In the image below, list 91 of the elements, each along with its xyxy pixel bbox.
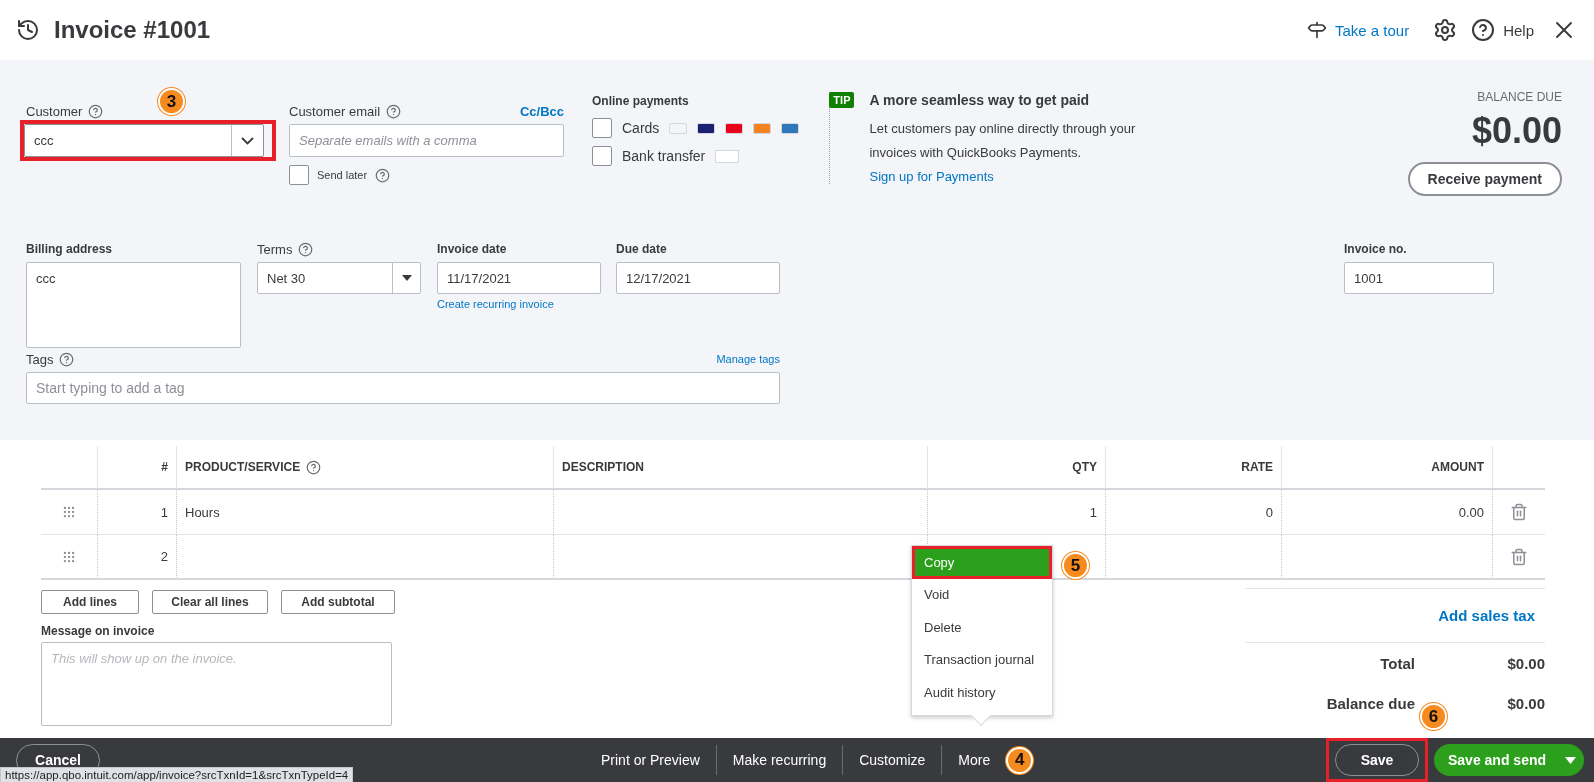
checkbox[interactable] — [592, 118, 612, 138]
status-url-tooltip: https://app.qbo.intuit.com/app/invoice?srcTxnId=1&srcTxnTypeId=4 — [0, 767, 354, 782]
tags-field[interactable]: Start typing to add a tag — [26, 372, 780, 404]
menu-item[interactable]: Transaction journal — [912, 643, 1052, 676]
signpost-icon — [1306, 20, 1327, 40]
checkbox-label: Send later — [317, 169, 368, 181]
total-value: $0.00 — [1506, 654, 1545, 672]
help-icon[interactable] — [386, 103, 402, 119]
column-header: QTY — [1072, 460, 1097, 474]
table-cell: Hours — [176, 490, 553, 535]
total-label: Total — [1379, 654, 1415, 672]
column-header: DESCRIPTION — [562, 460, 644, 474]
payment-logo-icon — [725, 122, 744, 134]
terms-select[interactable]: Net 30 — [257, 262, 421, 294]
settings-icon[interactable] — [1433, 18, 1458, 42]
balance-label: BALANCE DUE — [1477, 90, 1562, 104]
manage-tags-link[interactable]: Manage tags — [716, 353, 780, 365]
chevron-down-icon — [241, 136, 254, 145]
drag-handle-icon[interactable] — [62, 505, 76, 519]
billing-address-field[interactable]: ccc — [26, 262, 241, 348]
trash-icon[interactable] — [1510, 547, 1528, 566]
caret-icon — [401, 275, 412, 281]
invoice-number-field[interactable]: 1001 — [1344, 262, 1494, 294]
help-icon[interactable] — [298, 241, 314, 257]
payment-logo-icon — [669, 122, 688, 134]
column-header: RATE — [1241, 460, 1273, 474]
customer-select[interactable]: ccc — [24, 124, 264, 157]
payment-logo-icon — [697, 122, 716, 134]
line-button[interactable]: Clear all lines — [152, 590, 268, 614]
footer-link[interactable]: Customize — [842, 745, 942, 775]
checkbox[interactable] — [289, 165, 309, 185]
total-label: Balance due — [1325, 694, 1415, 712]
step-badge: 3 — [158, 88, 185, 115]
table-cell: 2 — [97, 535, 176, 580]
tip-title: A more seamless way to get paid — [869, 92, 1091, 108]
checkbox[interactable] — [592, 146, 612, 166]
cc-bcc-link[interactable]: Cc/Bcc — [519, 103, 564, 119]
checkbox-label: Bank transfer — [622, 148, 706, 164]
message-field[interactable]: This will show up on the invoice. — [41, 642, 392, 726]
menu-item[interactable]: Delete — [912, 611, 1052, 644]
history-icon — [16, 18, 40, 42]
help-icon[interactable] — [88, 103, 104, 119]
field-label: Due date — [616, 242, 667, 256]
tour-link[interactable]: Take a tour — [1306, 20, 1410, 40]
line-button[interactable]: Add subtotal — [281, 590, 395, 614]
column-header: PRODUCT/SERVICE — [185, 460, 301, 474]
drag-handle-icon[interactable] — [62, 549, 76, 564]
page-title: Invoice #1001 — [54, 16, 211, 44]
help-icon — [1471, 18, 1496, 42]
field-label: Customer — [26, 103, 83, 119]
table-cell: 0.00 — [1281, 490, 1492, 535]
field-label: Terms — [257, 241, 293, 257]
table-cell: 1 — [927, 490, 1105, 535]
column-header: # — [161, 460, 168, 474]
help-icon[interactable] — [306, 459, 322, 475]
payment-logo-icon — [781, 122, 800, 134]
receive-payment-button[interactable]: Receive payment — [1407, 162, 1562, 196]
field-label: Customer email — [289, 103, 381, 119]
table-cell: 0 — [1105, 490, 1281, 535]
payment-logo-icon — [753, 122, 772, 134]
field-label: Billing address — [26, 242, 113, 256]
balance-amount: $0.00 — [1471, 110, 1562, 152]
bank-logo-icon — [715, 149, 740, 163]
due-date-field[interactable]: 12/17/2021 — [616, 262, 780, 294]
help-icon[interactable] — [375, 167, 391, 183]
recurring-invoice-link[interactable]: Create recurring invoice — [437, 298, 601, 310]
column-header: AMOUNT — [1431, 460, 1484, 474]
help-icon[interactable] — [59, 351, 75, 367]
checkbox-label: Cards — [622, 120, 660, 136]
field-label: Tags — [26, 351, 54, 367]
email-field[interactable]: Separate emails with a comma — [289, 124, 564, 157]
step-badge: 4 — [1006, 746, 1034, 774]
add-sales-tax-link[interactable]: Add sales tax — [1438, 607, 1535, 624]
field-label: Message on invoice — [41, 624, 156, 638]
trash-icon[interactable] — [1510, 503, 1528, 521]
tip-badge: TIP — [829, 92, 855, 108]
field-label: Invoice no. — [1344, 242, 1407, 256]
payments-link[interactable]: Sign up for Payments — [869, 165, 1140, 189]
field-label: Invoice date — [437, 242, 507, 256]
invoice-date-field[interactable]: 11/17/2021 — [437, 262, 601, 294]
help-link[interactable]: Help — [1471, 18, 1534, 42]
footer-link[interactable]: Make recurring — [715, 745, 843, 775]
caret-icon — [1565, 756, 1576, 764]
menu-item[interactable]: Audit history — [912, 676, 1052, 709]
table-cell: 1 — [97, 490, 176, 535]
total-value: $0.00 — [1506, 694, 1545, 712]
footer-link[interactable]: Print or Preview — [585, 745, 716, 775]
tip-text: Let customers pay online directly through your invoices with QuickBooks Payments. — [869, 120, 1137, 162]
line-button[interactable]: Add lines — [41, 590, 139, 614]
section-title: Online payments — [592, 94, 690, 108]
menu-item[interactable]: Void — [912, 578, 1052, 611]
